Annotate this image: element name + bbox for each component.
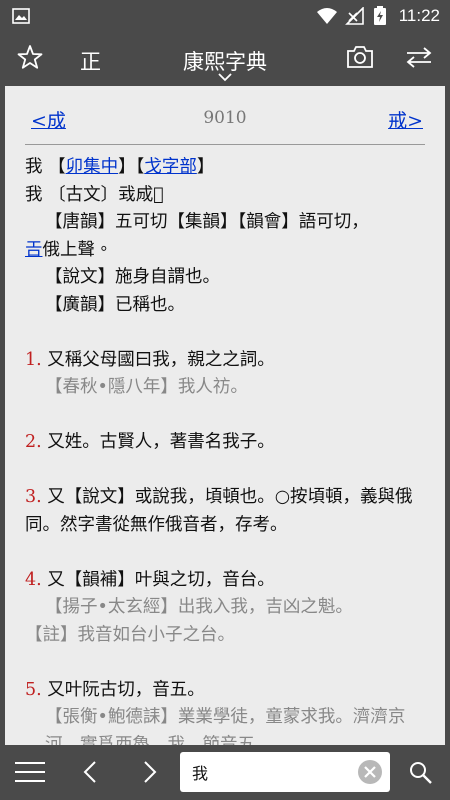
dictionary-page[interactable]: <成 9010 戒> 我 【卯集中】【戈字部】 我 〔古文〕㦱𢦓𢧓 【唐韻】五可… <box>5 86 445 745</box>
citation-5: 【張衡•鮑德誄】業業學徒，童蒙求我。濟濟京河，實爲西魯。我，節音五。 <box>45 707 406 745</box>
menu-icon[interactable] <box>14 761 46 783</box>
divider <box>25 144 425 145</box>
camera-icon[interactable] <box>346 45 374 69</box>
pron-char-link[interactable]: 𢀛 <box>25 240 43 260</box>
page-nav: <成 9010 戒> <box>5 104 445 134</box>
chevron-down-icon[interactable] <box>217 72 233 82</box>
search-input[interactable] <box>192 760 352 784</box>
bottom-bar <box>0 745 450 800</box>
signal-off-icon <box>345 7 364 25</box>
ancient-forms: 我 〔古文〕㦱𢦓𢧓 <box>25 184 164 205</box>
shuowen-line: 【說文】施身自謂也。 <box>45 267 220 287</box>
citation-4: 【揚子•太玄經】出我入我，吉凶之魁。 <box>45 597 353 617</box>
definition-5: 5. 又叶阮古切，音五。 <box>25 679 205 700</box>
definition-1: 1. 又稱父母國曰我，親之之詞。 <box>25 349 275 370</box>
entry-header: 我 【卯集中】【戈字部】 <box>25 157 215 177</box>
back-arrow-icon[interactable] <box>82 760 98 784</box>
search-icon[interactable] <box>408 760 434 786</box>
wifi-icon <box>317 8 337 24</box>
status-time: 11:22 <box>398 6 440 25</box>
note-4: 【註】我音如台小子之台。 <box>25 624 235 645</box>
radical-link[interactable]: 戈字部 <box>144 157 197 177</box>
guangyun-line: 【廣韻】已稱也。 <box>45 294 185 315</box>
image-icon <box>12 8 30 24</box>
forward-arrow-icon[interactable] <box>142 760 158 784</box>
pronunciation: 【唐韻】五可切【集韻】【韻會】語可切， 𢀛俄上聲。 <box>25 212 369 260</box>
swap-icon[interactable] <box>404 46 434 68</box>
definition-3: 3. 又【說文】或說我，頃頓也。○按頃頓，義與俄同。然字書從無作俄音者，存考。 <box>25 487 413 535</box>
close-icon <box>364 766 376 778</box>
search-box <box>180 752 390 792</box>
status-bar: 11:22 <box>0 0 450 32</box>
app-bar: 正 康熙字典 <box>0 32 450 86</box>
entry-text: 我 【卯集中】【戈字部】 我 〔古文〕㦱𢦓𢧓 【唐韻】五可切【集韻】【韻會】語可… <box>25 154 425 745</box>
citation-1: 【春秋•隱八年】我人祊。 <box>45 377 248 397</box>
volume-link[interactable]: 卯集中 <box>66 157 119 177</box>
definition-2: 2. 又姓。古賢人，著書名我子。 <box>25 432 275 452</box>
char-number: 9010 <box>203 108 247 128</box>
clear-search-button[interactable] <box>358 760 382 784</box>
head-char: 我 <box>25 157 43 177</box>
definition-4: 4. 又【韻補】叶與之切，音台。 <box>25 569 275 590</box>
next-char-link[interactable]: 戒> <box>388 106 423 133</box>
battery-charging-icon <box>374 6 386 25</box>
